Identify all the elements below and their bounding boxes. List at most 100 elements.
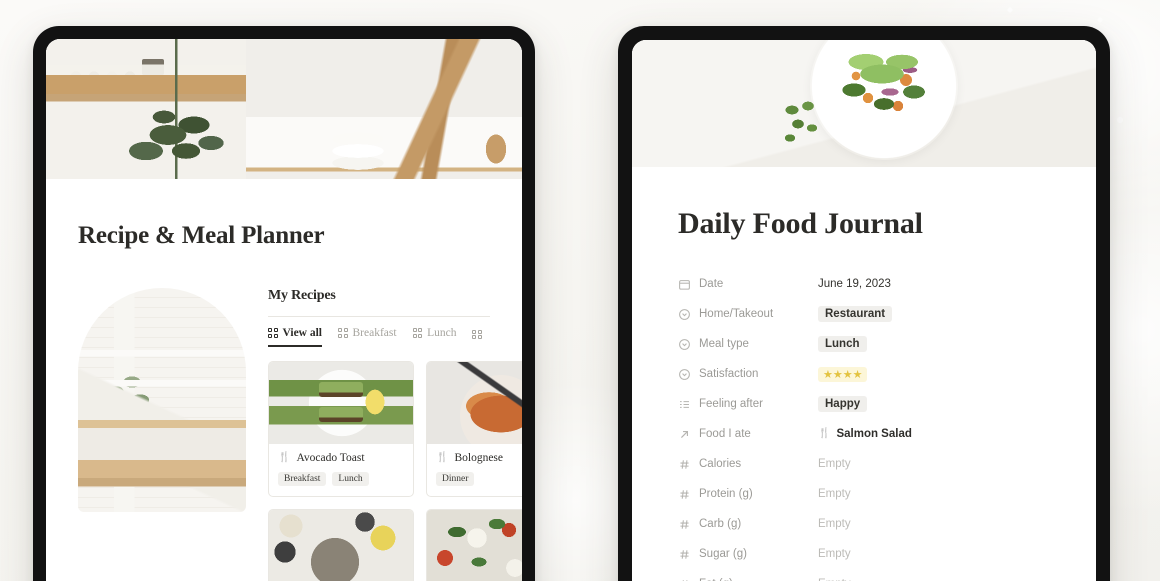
property-value-chip: Lunch: [818, 336, 867, 352]
property-label: Meal type: [678, 338, 818, 351]
property-label-text: Sugar (g): [699, 548, 747, 560]
recipe-meal-planner-page: Recipe & Meal Planner My Recipes View al…: [46, 39, 522, 581]
property-value[interactable]: June 19, 2023: [818, 278, 891, 290]
recipe-tabs-container: View all Breakfast Lunch: [268, 316, 490, 347]
property-row-calories[interactable]: Calories Empty: [678, 449, 1050, 479]
number-hash-icon: [678, 458, 691, 471]
tablet-left-screen: Recipe & Meal Planner My Recipes View al…: [46, 39, 522, 581]
select-icon: [678, 338, 691, 351]
property-row-protein[interactable]: Protein (g) Empty: [678, 479, 1050, 509]
property-label: Date: [678, 278, 818, 291]
salad-bowl: [810, 40, 958, 160]
recipe-name-text: Bolognese: [454, 452, 504, 464]
property-row-home-takeout[interactable]: Home/Takeout Restaurant: [678, 299, 1050, 329]
cutlery-icon: 🍴: [278, 452, 291, 463]
property-row-food-i-ate[interactable]: Food I ate 🍴 Salmon Salad: [678, 419, 1050, 449]
property-label: Food I ate: [678, 428, 818, 441]
property-value[interactable]: Restaurant: [818, 306, 893, 322]
daily-food-journal-page: Daily Food Journal Date June 19, 2023 Ho…: [632, 40, 1096, 581]
property-value-text: Empty: [818, 458, 851, 470]
recipe-card-pasta-spread[interactable]: 🍴: [268, 509, 414, 581]
page-title: Recipe & Meal Planner: [78, 222, 325, 249]
property-value-text: Empty: [818, 548, 851, 560]
property-label-text: Protein (g): [699, 488, 753, 500]
tab-view-all[interactable]: View all: [268, 327, 322, 347]
recipe-card-avocado-toast[interactable]: 🍴 Avocado Toast Breakfast Lunch: [268, 361, 414, 497]
select-icon: [678, 308, 691, 321]
recipe-tabs: View all Breakfast Lunch: [268, 327, 490, 347]
recipe-card-caprese[interactable]: 🍴: [426, 509, 522, 581]
property-row-carb[interactable]: Carb (g) Empty: [678, 509, 1050, 539]
recipe-thumbnail: [269, 510, 413, 581]
tablet-left: Recipe & Meal Planner My Recipes View al…: [33, 26, 535, 581]
property-value[interactable]: 🍴 Salmon Salad: [818, 428, 912, 440]
property-label: Protein (g): [678, 488, 818, 501]
multi-select-icon: [678, 398, 691, 411]
recipe-card-title: 🍴 Avocado Toast: [278, 452, 404, 464]
my-recipes-heading: My Recipes: [268, 288, 336, 303]
property-value[interactable]: Happy: [818, 396, 868, 412]
number-hash-icon: [678, 488, 691, 501]
property-label-text: Food I ate: [699, 428, 751, 440]
property-label: Fat (g): [678, 578, 818, 581]
property-label-text: Carb (g): [699, 518, 742, 530]
property-row-satisfaction[interactable]: Satisfaction ★★★★: [678, 359, 1050, 389]
property-value[interactable]: Empty: [818, 458, 851, 470]
recipe-thumbnail: [427, 510, 522, 581]
tab-lunch[interactable]: Lunch: [412, 327, 456, 347]
property-row-sugar[interactable]: Sugar (g) Empty: [678, 539, 1050, 569]
satisfaction-stars: ★★★★: [818, 366, 868, 382]
property-label: Home/Takeout: [678, 308, 818, 321]
recipe-card-title: 🍴 Bolognese: [436, 452, 522, 464]
relation-arrow-icon: [678, 428, 691, 441]
property-row-meal-type[interactable]: Meal type Lunch: [678, 329, 1050, 359]
property-value[interactable]: Lunch: [818, 336, 867, 352]
tablet-right-screen: Daily Food Journal Date June 19, 2023 Ho…: [632, 40, 1096, 581]
left-page-body: Recipe & Meal Planner My Recipes View al…: [46, 223, 522, 581]
tag-pill: Lunch: [332, 472, 369, 486]
property-value[interactable]: Empty: [818, 548, 851, 560]
property-value-text: Empty: [818, 518, 851, 530]
recipe-thumbnail: [269, 362, 413, 444]
property-label: Sugar (g): [678, 548, 818, 561]
kitchen-arch-photo: [78, 288, 246, 512]
property-label-text: Date: [699, 278, 724, 290]
property-value-chip: Restaurant: [818, 306, 893, 322]
cutlery-icon: 🍴: [818, 428, 831, 439]
property-row-fat[interactable]: Fat (g) Empty: [678, 569, 1050, 581]
property-row-date[interactable]: Date June 19, 2023: [678, 269, 1050, 299]
property-value-text: Empty: [818, 488, 851, 500]
cutlery-icon: 🍴: [436, 452, 449, 463]
property-label-text: Feeling after: [699, 398, 763, 410]
tablet-right: Daily Food Journal Date June 19, 2023 Ho…: [618, 26, 1110, 581]
property-value[interactable]: Empty: [818, 518, 851, 530]
left-two-column-layout: My Recipes View all Breakfast Lunch 🍴 Av…: [78, 288, 522, 581]
recipe-card-tags: Dinner: [436, 472, 522, 486]
recipe-card-meta: 🍴 Avocado Toast Breakfast Lunch: [269, 444, 413, 496]
tag-pill: Dinner: [436, 472, 475, 486]
property-row-feeling-after[interactable]: Feeling after Happy: [678, 389, 1050, 419]
select-icon: [678, 368, 691, 381]
recipe-card-bolognese[interactable]: 🍴 Bolognese Dinner: [426, 361, 522, 497]
cover-shelf-pane: [46, 39, 246, 179]
property-value[interactable]: ★★★★: [818, 366, 868, 382]
property-label: Satisfaction: [678, 368, 818, 381]
property-value-text: June 19, 2023: [818, 278, 891, 290]
recipe-card-meta: 🍴 Bolognese Dinner: [427, 444, 522, 496]
property-list: Date June 19, 2023 Home/Takeout Restaura…: [678, 269, 1050, 581]
right-page-body: Daily Food Journal Date June 19, 2023 Ho…: [632, 209, 1096, 581]
grid-icon: [472, 329, 482, 339]
grid-icon: [268, 328, 278, 338]
my-recipes-column: My Recipes View all Breakfast Lunch 🍴 Av…: [268, 288, 522, 581]
recipe-card-grid: 🍴 Avocado Toast Breakfast Lunch 🍴 Bologn…: [268, 361, 522, 581]
tab-dinner-clipped[interactable]: [472, 329, 487, 348]
recipe-name-text: Avocado Toast: [296, 452, 365, 464]
recipe-thumbnail: [427, 362, 522, 444]
property-label: Feeling after: [678, 398, 818, 411]
tab-breakfast[interactable]: Breakfast: [338, 327, 397, 347]
property-value-chip: Happy: [818, 396, 868, 412]
property-label: Carb (g): [678, 518, 818, 531]
property-value[interactable]: Empty: [818, 488, 851, 500]
cover-image-kitchen-shelf: [46, 39, 522, 179]
grid-icon: [412, 328, 423, 338]
